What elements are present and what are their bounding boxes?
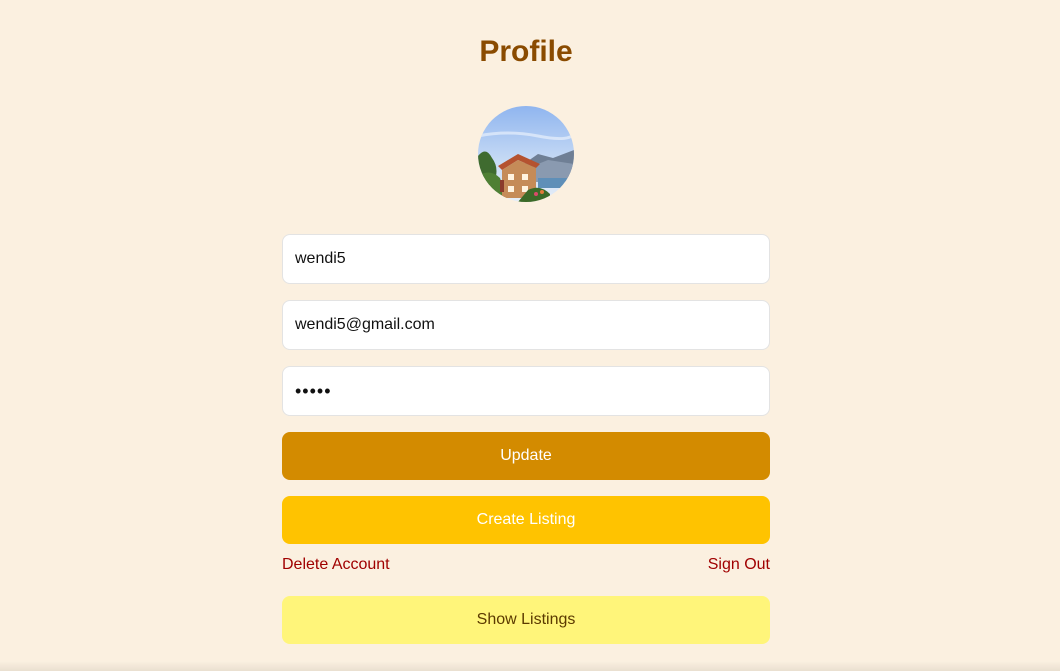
show-listings-button[interactable]: Show Listings: [282, 596, 770, 644]
bottom-shadow-divider: [0, 661, 1060, 671]
username-input[interactable]: [282, 234, 770, 284]
avatar-house-image: [478, 106, 574, 202]
password-input[interactable]: [282, 366, 770, 416]
email-input[interactable]: [282, 300, 770, 350]
delete-account-link[interactable]: Delete Account: [282, 555, 390, 575]
profile-avatar[interactable]: [478, 106, 574, 202]
update-button[interactable]: Update: [282, 432, 770, 480]
page-title: Profile: [479, 35, 573, 68]
sign-out-link[interactable]: Sign Out: [708, 555, 770, 575]
create-listing-button[interactable]: Create Listing: [282, 496, 770, 544]
